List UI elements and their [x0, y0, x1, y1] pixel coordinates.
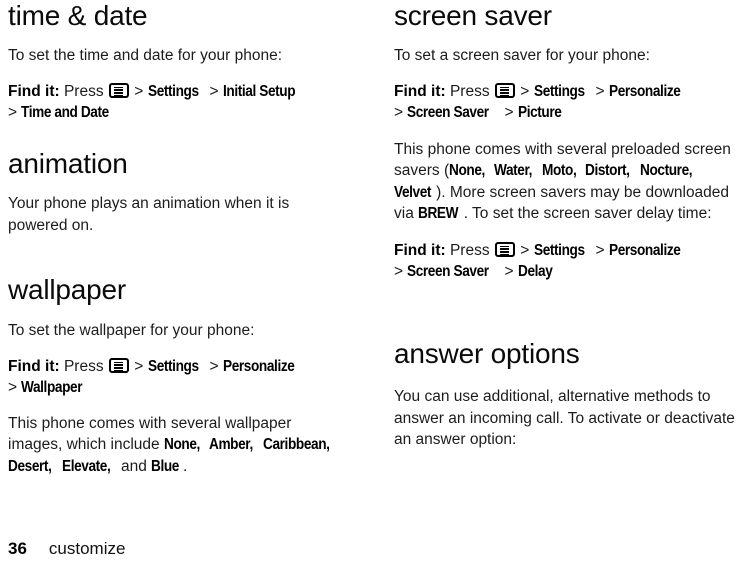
path-separator: > [8, 104, 18, 121]
menu-path-item: Initial Setup [222, 82, 296, 100]
option-name: Blue [151, 457, 180, 475]
page-number: 36 [8, 539, 27, 558]
path-separator: > [595, 82, 605, 100]
section-heading-screen-saver: screen saver [394, 0, 552, 31]
path-separator: > [520, 241, 530, 259]
path-separator: > [595, 241, 605, 259]
path-separator: > [209, 357, 219, 375]
option-name: Distort, [585, 162, 630, 179]
page-footer: 36 customize [8, 539, 125, 559]
path-separator: > [394, 263, 404, 280]
option-name: Water, [494, 162, 533, 179]
menu-path-item: Screen Saver [407, 104, 490, 121]
find-it-label: Find it: [394, 82, 446, 100]
menu-key-icon [494, 82, 515, 98]
menu-key-icon [108, 357, 129, 373]
find-it-press: Press [63, 357, 104, 375]
option-name: Amber, [209, 436, 253, 453]
path-separator: > [134, 357, 144, 375]
menu-path-item: Screen Saver [407, 263, 490, 280]
menu-path-item: Time and Date [21, 104, 110, 121]
find-it-press: Press [63, 82, 104, 100]
section-intro: To set a screen saver for your phone: [394, 47, 650, 64]
menu-path-item: Delay [517, 263, 553, 280]
menu-path-item: Picture [517, 104, 562, 121]
section-note: This phone comes with several wallpaper … [8, 413, 344, 478]
option-name: BREW [418, 205, 459, 222]
page-title: time & date [8, 0, 148, 31]
section-answer-options: answer options You can use additional, a… [394, 338, 746, 451]
path-separator: > [520, 82, 530, 100]
section-intro: Your phone plays an animation when it is… [8, 195, 290, 234]
menu-path-item: Settings [147, 357, 199, 375]
path-separator: > [504, 263, 514, 280]
section-heading-answer-options: answer options [394, 338, 580, 369]
note-suffix: . To set the screen saver delay time: [463, 205, 712, 222]
find-it-press: Press [449, 241, 490, 259]
section-time-and-date: time & date To set the time and date for… [8, 0, 344, 124]
section-wallpaper: wallpaper To set the wallpaper for your … [8, 274, 344, 477]
option-name: Caribbean, [263, 436, 330, 453]
path-separator: > [209, 82, 219, 100]
menu-path-item: Personalize [608, 82, 681, 100]
find-it-block-2: Find it: Press > Settings > Personalize … [394, 240, 744, 283]
menu-path-item: Wallpaper [21, 379, 83, 396]
note-suffix: . [183, 457, 188, 475]
find-it-label: Find it: [394, 241, 446, 259]
path-separator: > [134, 82, 144, 100]
find-it-block: Find it: Press > Settings > Personalize … [8, 356, 344, 399]
section-screen-saver: screen saver To set a screen saver for y… [394, 0, 744, 283]
find-it-block: Find it: Press > Settings > Personalize … [394, 81, 744, 124]
option-name: Desert, [8, 457, 52, 475]
note-mid: and [121, 457, 152, 475]
section-heading-animation: animation [8, 148, 128, 179]
path-separator: > [8, 379, 18, 396]
menu-path-item: Personalize [608, 241, 681, 259]
option-name: None, [163, 436, 200, 453]
menu-path-item: Personalize [222, 357, 295, 375]
option-name: Nocture, [640, 162, 693, 179]
find-it-label: Find it: [8, 357, 60, 375]
menu-key-icon [494, 241, 515, 257]
menu-path-item: Settings [147, 82, 199, 100]
section-intro: You can use additional, alternative meth… [394, 388, 735, 448]
path-separator: > [394, 104, 404, 121]
menu-path-item: Settings [533, 82, 585, 100]
option-name: Elevate, [61, 457, 111, 475]
section-intro: To set the time and date for your phone: [8, 47, 283, 64]
menu-path-item: Settings [533, 241, 585, 259]
find-it-press: Press [449, 82, 490, 100]
find-it-label: Find it: [8, 82, 60, 100]
find-it-block: Find it: Press > Settings > Initial Setu… [8, 81, 344, 124]
manual-page: time & date To set the time and date for… [0, 0, 753, 565]
section-animation: animation Your phone plays an animation … [8, 148, 344, 236]
option-name: Moto, [541, 162, 577, 179]
section-intro: To set the wallpaper for your phone: [8, 322, 255, 339]
option-name: None, [449, 162, 486, 179]
section-heading-wallpaper: wallpaper [8, 274, 127, 305]
path-separator: > [504, 104, 514, 121]
section-note: This phone comes with several preloaded … [394, 139, 744, 225]
footer-chapter-name: customize [48, 539, 126, 558]
menu-key-icon [108, 82, 129, 98]
option-name: Velvet [394, 183, 432, 201]
